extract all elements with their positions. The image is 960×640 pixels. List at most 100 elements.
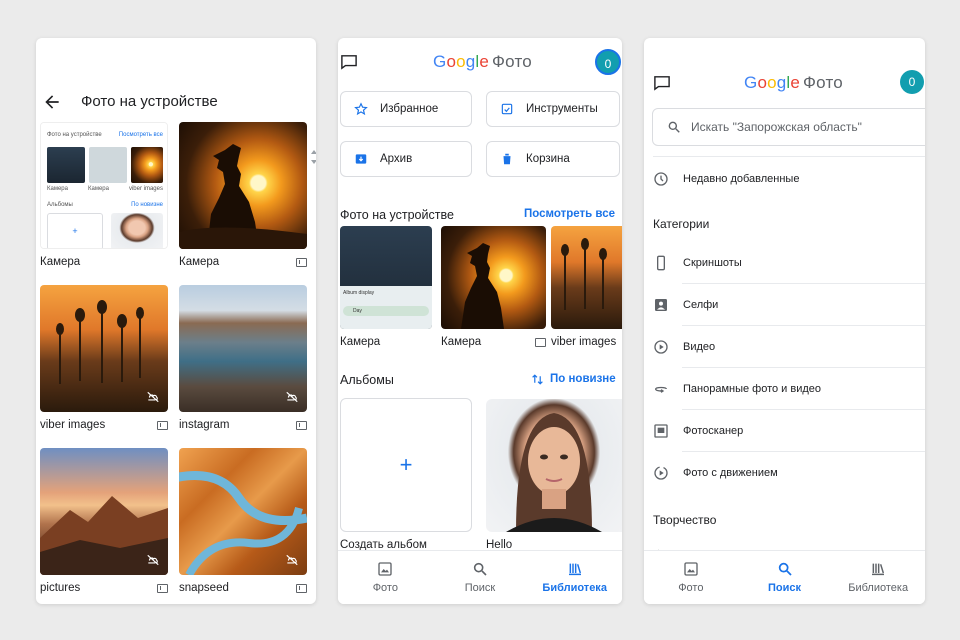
nav-library[interactable]: Библиотека (831, 551, 925, 604)
preview-caption: viber images (128, 186, 163, 192)
folder-label: Камера (40, 256, 81, 268)
archive-button[interactable]: Архив (340, 141, 472, 177)
nav-library[interactable]: Библиотека (527, 551, 622, 604)
folder-label: pictures (40, 582, 81, 594)
cloud-off-icon (147, 554, 159, 566)
folder-tile[interactable]: Фото на устройстве Посмотреть все Камера… (40, 122, 168, 269)
account-avatar[interactable]: 0 (595, 49, 621, 75)
tools-icon (501, 103, 513, 115)
category-panoramas[interactable]: Панорамные фото и видео (644, 368, 925, 410)
add-icon: + (399, 452, 413, 477)
sort-icon (532, 374, 543, 385)
nav-label: Поиск (768, 582, 802, 594)
favorites-button[interactable]: Избранное (340, 91, 472, 127)
folder-label: viber images (40, 419, 106, 431)
category-photoscan[interactable]: Фотосканер (644, 410, 925, 452)
page-title: Фото на устройстве (81, 93, 218, 110)
preview-sort: По новизне (131, 202, 163, 208)
device-section-title: Фото на устройстве (340, 208, 454, 222)
search-icon (473, 562, 487, 576)
motion-icon (654, 466, 668, 480)
trash-button[interactable]: Корзина (486, 141, 620, 177)
folder-tile[interactable]: Album display Day Камера (340, 226, 432, 348)
folder-tile[interactable]: Камера (179, 122, 307, 269)
nav-label: Библиотека (542, 582, 607, 594)
preview-caption: Камера (47, 186, 68, 192)
messages-icon[interactable] (340, 54, 358, 70)
device-photos-screen: Фото на устройстве Фото на устройстве По… (36, 38, 316, 604)
folder-label: viber images (551, 336, 617, 348)
folder-tile[interactable]: snapseed (179, 448, 307, 595)
folder-tile[interactable]: viber images (551, 226, 622, 348)
google-photos-logo: Google Фото (433, 52, 532, 71)
photo-icon (684, 562, 698, 576)
folder-thumbnail (179, 122, 307, 249)
silhouette-image (461, 243, 504, 329)
category-videos[interactable]: Видео (644, 326, 925, 368)
item-label: Скриншоты (683, 257, 742, 269)
preview-field: Day (343, 306, 429, 316)
button-label: Избранное (380, 103, 439, 115)
category-screenshots[interactable]: Скриншоты (644, 242, 925, 284)
messages-icon[interactable] (653, 75, 671, 91)
bottom-navigation: Фото Поиск Библиотека (644, 550, 925, 604)
device-folder-icon (296, 420, 307, 430)
item-label: Видео (683, 341, 716, 353)
account-avatar[interactable]: 0 (900, 70, 924, 94)
folder-tile[interactable]: pictures (40, 448, 168, 595)
nav-photos[interactable]: Фото (644, 551, 738, 604)
nav-photos[interactable]: Фото (338, 551, 433, 604)
nav-search[interactable]: Поиск (433, 551, 528, 604)
folder-thumbnail (179, 285, 307, 412)
device-folder-icon (157, 420, 168, 430)
preview-caption: Камера (87, 186, 109, 192)
back-arrow-icon[interactable] (42, 92, 62, 112)
button-label: Архив (380, 153, 413, 165)
category-selfies[interactable]: Селфи (644, 284, 925, 326)
flowers-image (561, 238, 607, 310)
preview-text: Album display (343, 290, 375, 296)
search-screen: Google Фото 0 Искать "Запорожская область… (644, 38, 925, 604)
search-placeholder: Искать "Запорожская область" (691, 120, 862, 134)
cloud-off-icon (286, 391, 298, 403)
sort-newest-button[interactable]: По новизне (550, 373, 616, 385)
album-card[interactable] (486, 399, 622, 532)
category-motion-photos[interactable]: Фото с движением (644, 452, 925, 494)
create-album-card[interactable]: + (340, 398, 472, 532)
app-bar: Фото на устройстве (36, 38, 316, 120)
trash-icon (503, 153, 511, 165)
selfie-icon (655, 299, 667, 311)
preview-title: Фото на устройстве (47, 132, 102, 138)
item-label: Селфи (683, 299, 719, 311)
search-input[interactable]: Искать "Запорожская область" (652, 108, 925, 146)
folder-thumbnail: Фото на устройстве Посмотреть все Камера… (40, 122, 168, 249)
preview-thumb (89, 147, 127, 183)
photo-icon (378, 562, 392, 576)
folder-tile[interactable]: Камера (441, 226, 546, 348)
library-icon (872, 563, 885, 576)
recently-added-item[interactable]: Недавно добавленные (644, 158, 925, 200)
button-label: Инструменты (526, 103, 598, 115)
scroll-handle-icon[interactable] (310, 145, 316, 169)
google-photos-logo: Google Фото (744, 73, 843, 92)
albums-section-title: Альбомы (340, 373, 394, 387)
folder-label: Камера (340, 336, 381, 348)
panorama-icon (655, 386, 667, 393)
view-all-link[interactable]: Посмотреть все (524, 208, 615, 220)
folder-thumbnail (551, 226, 622, 329)
folder-tile[interactable]: instagram (179, 285, 307, 432)
tools-button[interactable]: Инструменты (486, 91, 620, 127)
portrait-image (506, 413, 602, 532)
preview-thumb (131, 147, 163, 183)
item-label: Панорамные фото и видео (683, 383, 822, 395)
play-icon (654, 340, 668, 354)
nav-label: Библиотека (848, 582, 909, 594)
nav-search[interactable]: Поиск (738, 551, 832, 604)
phone-icon (657, 255, 665, 271)
folder-tile[interactable]: viber images (40, 285, 168, 432)
preview-add-icon: + (47, 213, 103, 248)
nav-label: Фото (372, 582, 398, 594)
photoscan-icon (654, 424, 668, 438)
silhouette-image (179, 144, 307, 249)
library-preview: Фото на устройстве Посмотреть все Камера… (41, 123, 167, 248)
